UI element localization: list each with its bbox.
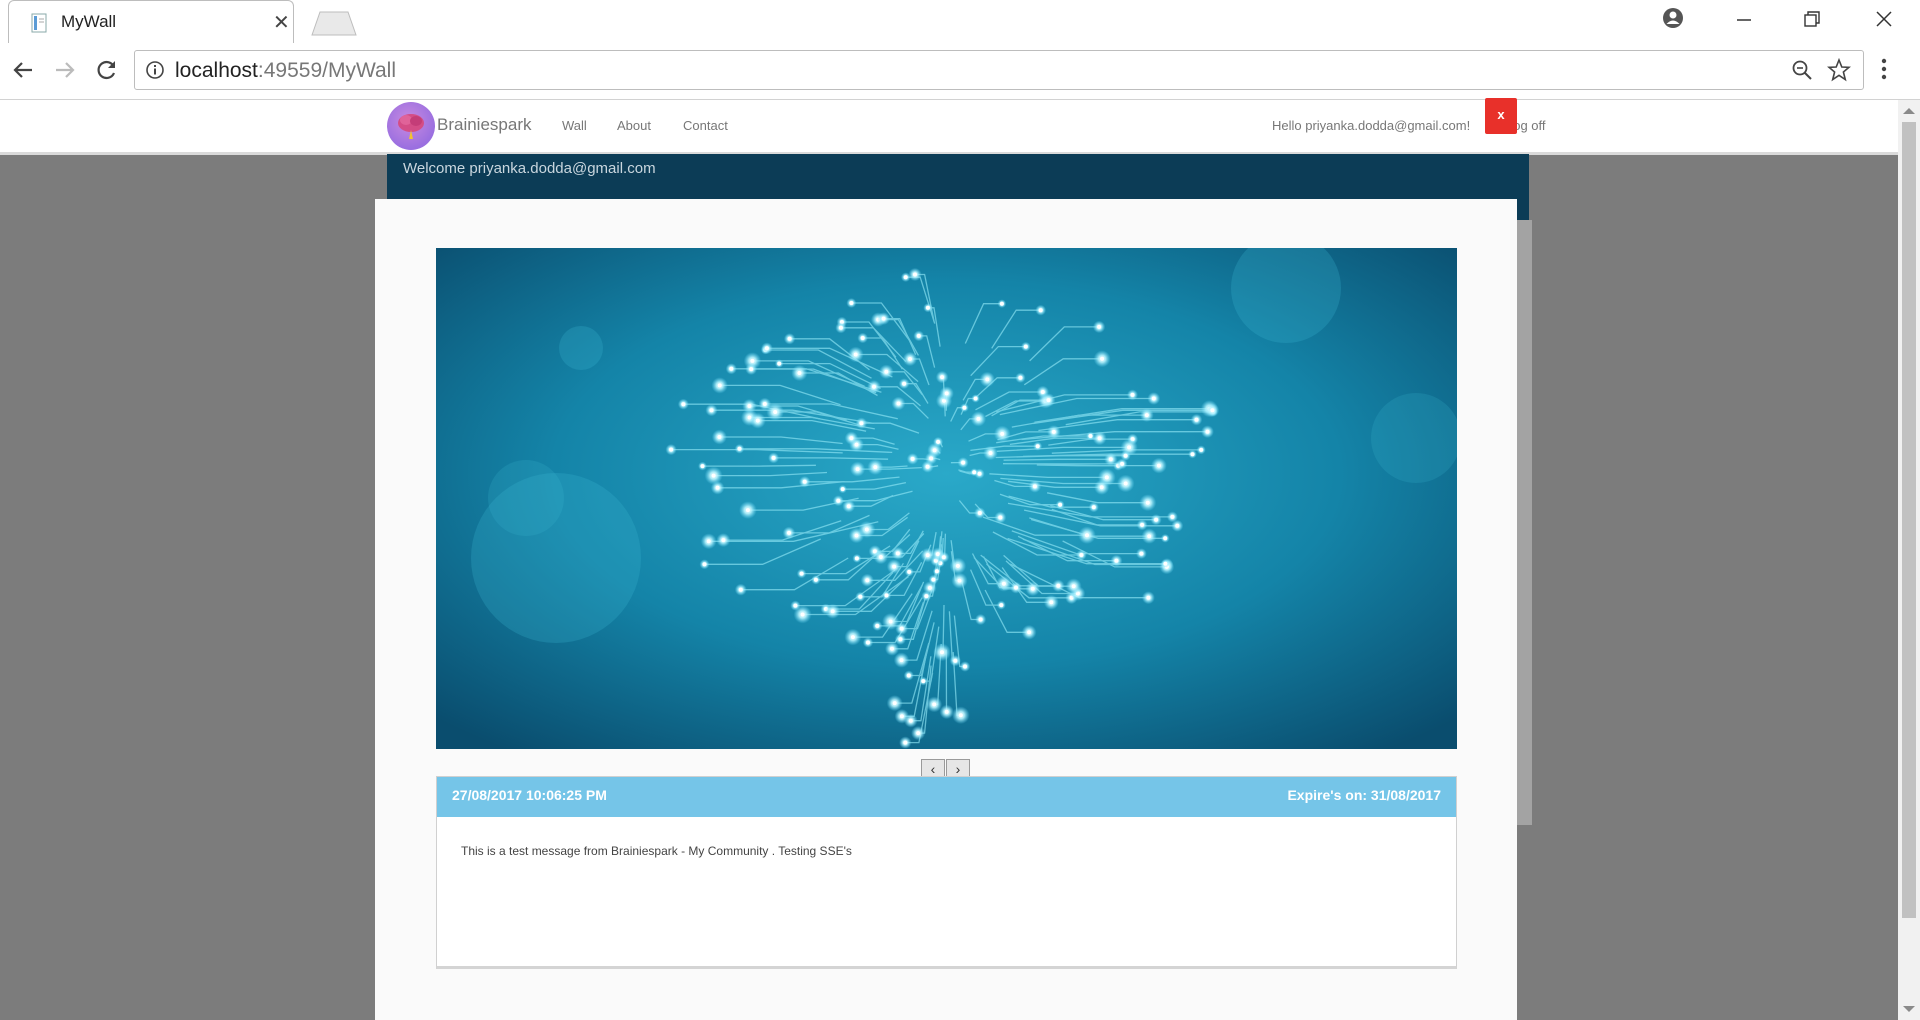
brain-circuit-image: [436, 248, 1457, 749]
brand-name[interactable]: Brainiespark: [437, 115, 532, 135]
reload-icon[interactable]: [92, 55, 122, 85]
scroll-up-icon[interactable]: [1903, 108, 1915, 114]
post-header: 27/08/2017 10:06:25 PM Expire's on: 31/0…: [437, 777, 1456, 817]
new-tab-button[interactable]: [310, 10, 358, 36]
url-text: localhost:49559/MyWall: [175, 59, 397, 82]
site-navbar: Brainiespark Wall About Contact Hello pr…: [0, 100, 1898, 155]
browser-toolbar: localhost:49559/MyWall: [0, 43, 1920, 100]
post-message: This is a test message from Brainiespark…: [461, 844, 852, 858]
address-bar[interactable]: localhost:49559/MyWall: [134, 50, 1864, 90]
restore-icon[interactable]: [1803, 10, 1821, 28]
account-icon[interactable]: [1662, 7, 1684, 29]
page-viewport: Brainiespark Wall About Contact Hello pr…: [0, 100, 1898, 1020]
nav-contact[interactable]: Contact: [683, 118, 728, 133]
post-date: 27/08/2017 10:06:25 PM: [452, 787, 607, 803]
post-expire-date: Expire's on: 31/08/2017: [1287, 787, 1441, 803]
nav-about[interactable]: About: [617, 118, 651, 133]
info-icon[interactable]: [145, 60, 165, 80]
browser-tab[interactable]: MyWall ✕: [8, 0, 294, 43]
browser-tabbar: MyWall ✕: [0, 0, 1920, 44]
back-arrow-icon[interactable]: [8, 55, 38, 85]
hello-user-link[interactable]: Hello priyanka.dodda@gmail.com!: [1272, 118, 1470, 133]
nav-wall[interactable]: Wall: [562, 118, 587, 133]
brainiespark-logo[interactable]: [387, 102, 435, 150]
scroll-thumb[interactable]: [1902, 122, 1916, 918]
window-close-icon[interactable]: [1874, 9, 1894, 29]
page-scrollbar[interactable]: [1898, 100, 1920, 1020]
tab-title: MyWall: [61, 12, 117, 31]
star-icon[interactable]: [1827, 58, 1851, 82]
modal-close-button[interactable]: x: [1485, 98, 1517, 134]
page-icon: [31, 13, 47, 33]
scroll-down-icon[interactable]: [1903, 1006, 1915, 1012]
menu-dots-icon[interactable]: [1880, 57, 1888, 81]
minimize-icon[interactable]: [1735, 10, 1753, 28]
zoom-icon[interactable]: [1791, 59, 1813, 81]
forward-arrow-icon[interactable]: [50, 55, 80, 85]
post-modal: ‹ › 27/08/2017 10:06:25 PM Expire's on: 3…: [375, 199, 1517, 1020]
welcome-text: Welcome priyanka.dodda@gmail.com: [403, 160, 656, 177]
close-icon[interactable]: ✕: [273, 10, 290, 35]
post-card: 27/08/2017 10:06:25 PM Expire's on: 31/0…: [436, 776, 1457, 969]
